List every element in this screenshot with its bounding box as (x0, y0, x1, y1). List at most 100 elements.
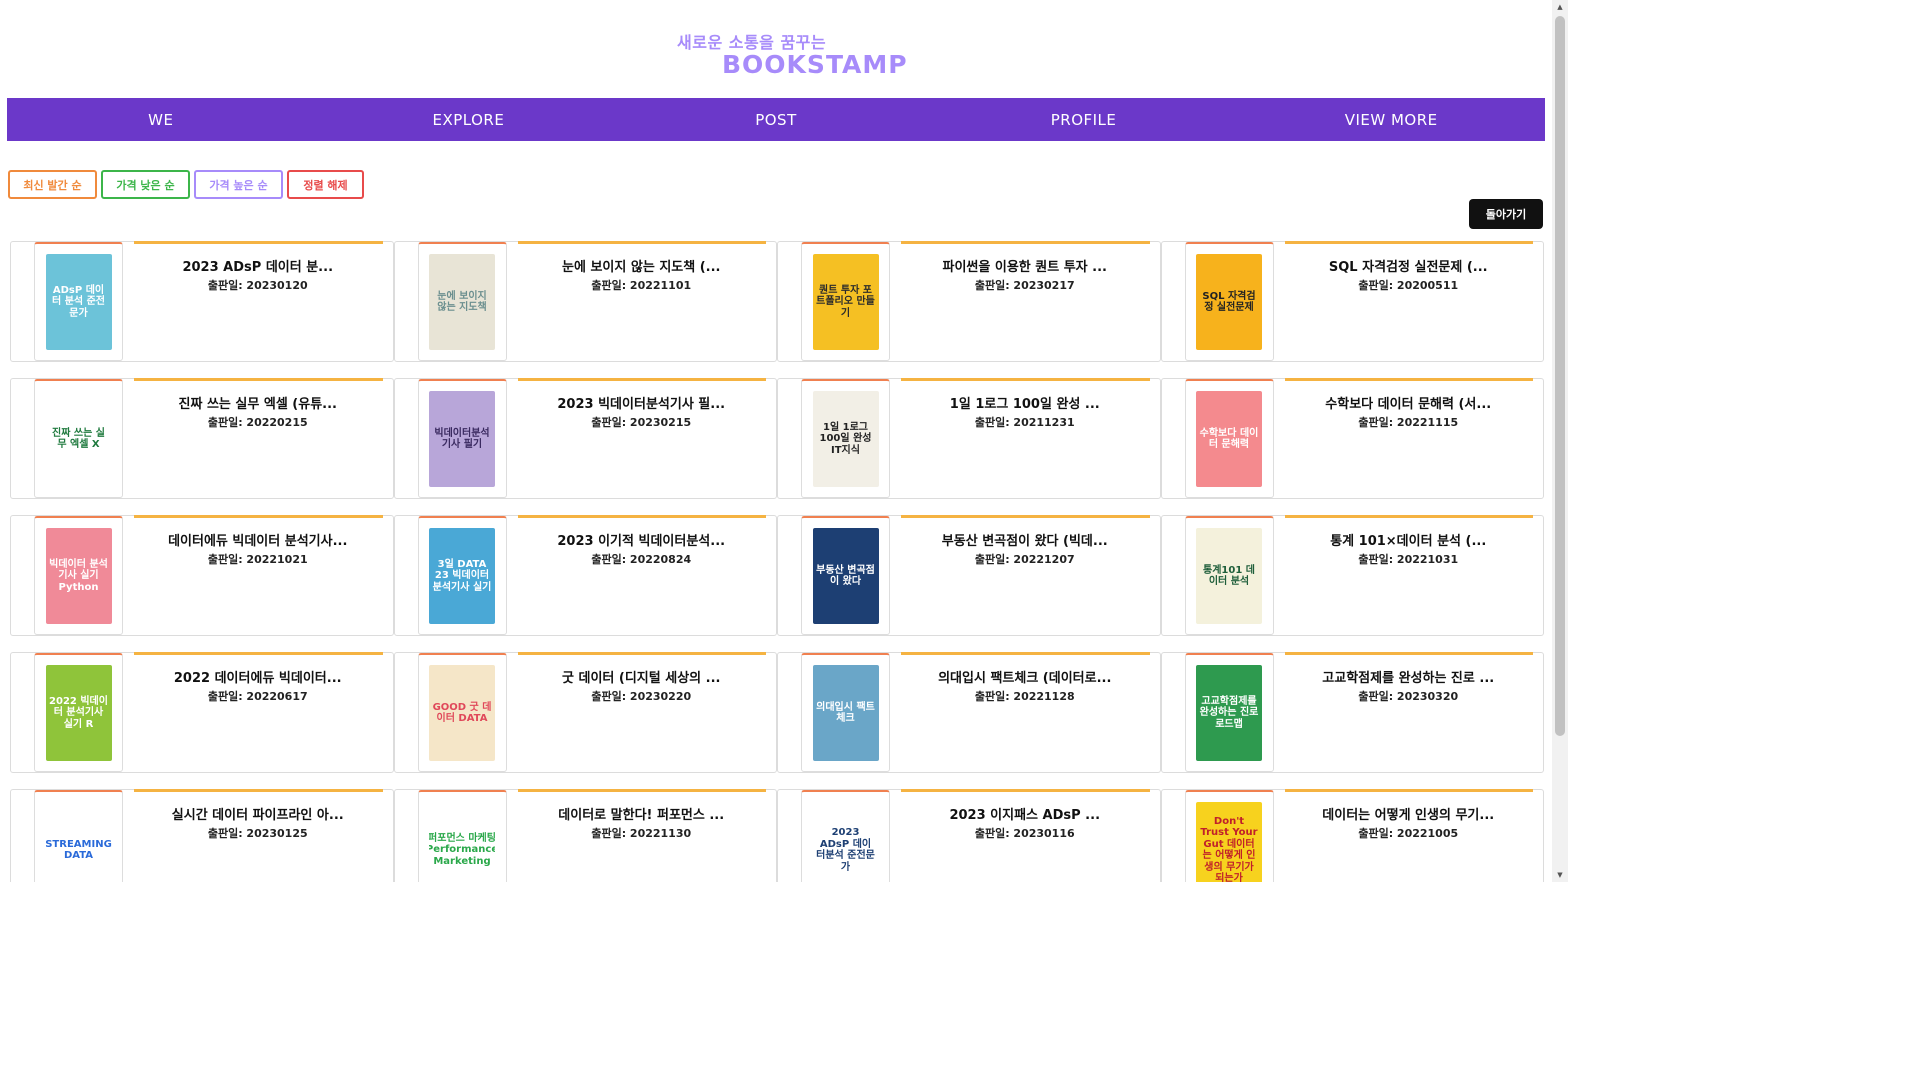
book-cover-frame[interactable]: 2023 ADsP 데이터분석 준전문가 (801, 790, 890, 882)
book-card[interactable]: SQL 자격검정 실전문제 SQL 자격검정 실전문제 (... 출판일: 2020… (1160, 241, 1544, 362)
scroll-thumb[interactable] (1555, 16, 1565, 736)
book-cover-frame[interactable]: 빅데이터 분석기사 실기 Python (34, 516, 123, 635)
sort-reset-button[interactable]: 정렬 해제 (287, 170, 364, 199)
book-cover-image: 2023 ADsP 데이터분석 준전문가 (812, 802, 879, 882)
scroll-up-arrow-icon[interactable]: ▲ (1552, 0, 1568, 14)
book-card[interactable]: Don't Trust Your Gut 데이터는 어떻게 인생의 무기가 되는… (1160, 789, 1544, 882)
book-title[interactable]: 데이터로 말한다! 퍼포먼스 ... (507, 804, 777, 823)
book-info: 데이터에듀 빅데이터 분석기사... 출판일: 20221021 (123, 530, 393, 567)
book-title[interactable]: 데이터는 어떻게 인생의 무기... (1274, 804, 1544, 823)
card-accent-line (517, 241, 766, 244)
sort-bar: 최신 발간 순 가격 낮은 순 가격 높은 순 정렬 해제 (8, 170, 364, 199)
book-publish-date: 출판일: 20220215 (207, 416, 308, 429)
site-logo[interactable]: BOOKSTAMP (722, 50, 908, 79)
book-card[interactable]: 3일 DATA 23 빅데이터 분석기사 실기 2023 이기적 빅데이터분석..… (393, 515, 777, 636)
book-publish-date: 출판일: 20221128 (974, 690, 1075, 703)
book-cover-frame[interactable]: 고교학점제를 완성하는 진로 로드맵 (1184, 653, 1274, 772)
card-accent-line (517, 515, 766, 518)
book-cover-frame[interactable]: 2022 빅데이터 분석기사 실기 R (34, 653, 123, 772)
book-publish-date: 출판일: 20221101 (591, 279, 692, 292)
book-card[interactable]: 부동산 변곡점이 왔다 부동산 변곡점이 왔다 (빅데... 출판일: 202212… (777, 515, 1161, 636)
book-title[interactable]: 수학보다 데이터 문해력 (서... (1274, 393, 1544, 412)
nav-item-explore[interactable]: EXPLORE (315, 98, 623, 141)
book-card[interactable]: 퀀트 투자 포트폴리오 만들기 파이썬을 이용한 퀀트 투자 ... 출판일: 20… (777, 241, 1161, 362)
book-title[interactable]: 고교학점제를 완성하는 진로 ... (1274, 667, 1544, 686)
site-header: 새로운 소통을 꿈꾸는 BOOKSTAMP (0, 0, 1552, 98)
nav-item-post[interactable]: POST (622, 98, 930, 141)
book-title[interactable]: 진짜 쓰는 실무 엑셀 (유튜... (123, 393, 393, 412)
book-info: 2023 이기적 빅데이터분석... 출판일: 20220824 (507, 530, 777, 567)
book-cover-image: 눈에 보이지 않는 지도책 (429, 254, 495, 350)
book-title[interactable]: 2022 데이터에듀 빅데이터... (123, 667, 393, 686)
book-publish-date: 출판일: 20221130 (591, 827, 692, 840)
book-card[interactable]: 통계101 데이터 분석 통계 101×데이터 분석 (... 출판일: 20221… (1160, 515, 1544, 636)
book-cover-frame[interactable]: 퀀트 투자 포트폴리오 만들기 (801, 242, 890, 361)
book-info: 고교학점제를 완성하는 진로 ... 출판일: 20230320 (1274, 667, 1544, 704)
book-title[interactable]: 파이썬을 이용한 퀀트 투자 ... (890, 256, 1160, 275)
book-card[interactable]: 의대입시 팩트체크 의대입시 팩트체크 (데이터로... 출판일: 20221128 (777, 652, 1161, 773)
back-button[interactable]: 돌아가기 (1469, 199, 1543, 229)
book-cover-frame[interactable]: Don't Trust Your Gut 데이터는 어떻게 인생의 무기가 되는… (1184, 790, 1274, 882)
book-card[interactable]: ADsP 데이터 분석 준전문가 2023 ADsP 데이터 분... 출판일: 2… (10, 241, 394, 362)
book-title[interactable]: 1일 1로그 100일 완성 ... (890, 393, 1160, 412)
nav-item-we[interactable]: WE (7, 98, 315, 141)
book-title[interactable]: 2023 이기적 빅데이터분석... (507, 530, 777, 549)
book-title[interactable]: 2023 ADsP 데이터 분... (123, 256, 393, 275)
book-card[interactable]: 빅데이터분석기사 필기 2023 빅데이터분석기사 필... 출판일: 202302… (393, 378, 777, 499)
book-cover-frame[interactable]: GOOD 굿 데이터 DATA (417, 653, 507, 772)
book-cover-frame[interactable]: 3일 DATA 23 빅데이터 분석기사 실기 (417, 516, 507, 635)
book-card[interactable]: 수학보다 데이터 문해력 수학보다 데이터 문해력 (서... 출판일: 20221… (1160, 378, 1544, 499)
sort-price-high-button[interactable]: 가격 높은 순 (194, 170, 283, 199)
card-accent-line (1284, 652, 1533, 655)
card-accent-line (134, 378, 383, 381)
book-title[interactable]: 실시간 데이터 파이프라인 아... (123, 804, 393, 823)
book-cover-image: Don't Trust Your Gut 데이터는 어떻게 인생의 무기가 되는… (1196, 802, 1262, 882)
book-cover-image: SQL 자격검정 실전문제 (1196, 254, 1262, 350)
book-card[interactable]: 눈에 보이지 않는 지도책 눈에 보이지 않는 지도책 (... 출판일: 2022… (393, 241, 777, 362)
book-title[interactable]: 부동산 변곡점이 왔다 (빅데... (890, 530, 1160, 549)
book-cover-frame[interactable]: 눈에 보이지 않는 지도책 (417, 242, 507, 361)
book-cover-frame[interactable]: 퍼포먼스 마케팅 Performance Marketing (417, 790, 507, 882)
book-cover-frame[interactable]: SQL 자격검정 실전문제 (1184, 242, 1274, 361)
book-cover-frame[interactable]: 의대입시 팩트체크 (801, 653, 890, 772)
book-title[interactable]: 눈에 보이지 않는 지도책 (... (507, 256, 777, 275)
main-nav: WE EXPLORE POST PROFILE VIEW MORE (7, 98, 1545, 141)
book-cover-frame[interactable]: 부동산 변곡점이 왔다 (801, 516, 890, 635)
book-title[interactable]: SQL 자격검정 실전문제 (... (1274, 256, 1544, 275)
nav-item-profile[interactable]: PROFILE (930, 98, 1238, 141)
book-cover-frame[interactable]: 빅데이터분석기사 필기 (417, 379, 507, 498)
book-cover-frame[interactable]: 진짜 쓰는 실무 엑셀 X (34, 379, 123, 498)
page-scrollbar[interactable]: ▲ ▼ (1552, 0, 1568, 882)
book-cover-image: STREAMING DATA (45, 802, 112, 882)
book-card[interactable]: 빅데이터 분석기사 실기 Python 데이터에듀 빅데이터 분석기사... 출판일… (10, 515, 394, 636)
book-cover-frame[interactable]: 1일 1로그 100일 완성 IT지식 (801, 379, 890, 498)
book-card[interactable]: 퍼포먼스 마케팅 Performance Marketing 데이터로 말한다! … (393, 789, 777, 882)
book-title[interactable]: 데이터에듀 빅데이터 분석기사... (123, 530, 393, 549)
book-card[interactable]: STREAMING DATA 실시간 데이터 파이프라인 아... 출판일: 202… (10, 789, 394, 882)
book-cover-frame[interactable]: 통계101 데이터 분석 (1184, 516, 1274, 635)
book-cover-image: 빅데이터 분석기사 실기 Python (45, 528, 112, 624)
scroll-down-arrow-icon[interactable]: ▼ (1552, 868, 1568, 882)
book-title[interactable]: 의대입시 팩트체크 (데이터로... (890, 667, 1160, 686)
book-title[interactable]: 2023 빅데이터분석기사 필... (507, 393, 777, 412)
sort-newest-button[interactable]: 최신 발간 순 (8, 170, 97, 199)
book-card[interactable]: 진짜 쓰는 실무 엑셀 X 진짜 쓰는 실무 엑셀 (유튜... 출판일: 2022… (10, 378, 394, 499)
book-cover-image: 고교학점제를 완성하는 진로 로드맵 (1196, 665, 1262, 761)
book-cover-frame[interactable]: STREAMING DATA (34, 790, 123, 882)
book-card[interactable]: 2022 빅데이터 분석기사 실기 R 2022 데이터에듀 빅데이터... 출판일… (10, 652, 394, 773)
sort-price-low-button[interactable]: 가격 낮은 순 (101, 170, 190, 199)
book-card[interactable]: GOOD 굿 데이터 DATA 굿 데이터 (디지털 세상의 ... 출판일: 20… (393, 652, 777, 773)
nav-item-view-more[interactable]: VIEW MORE (1237, 98, 1545, 141)
book-title[interactable]: 2023 이지패스 ADsP ... (890, 804, 1160, 823)
book-title[interactable]: 통계 101×데이터 분석 (... (1274, 530, 1544, 549)
book-card[interactable]: 고교학점제를 완성하는 진로 로드맵 고교학점제를 완성하는 진로 ... 출판일:… (1160, 652, 1544, 773)
book-card[interactable]: 2023 ADsP 데이터분석 준전문가 2023 이지패스 ADsP ... 출판… (777, 789, 1161, 882)
book-info: 데이터로 말한다! 퍼포먼스 ... 출판일: 20221130 (507, 804, 777, 841)
book-title[interactable]: 굿 데이터 (디지털 세상의 ... (507, 667, 777, 686)
book-card[interactable]: 1일 1로그 100일 완성 IT지식 1일 1로그 100일 완성 ... 출판일… (777, 378, 1161, 499)
book-publish-date: 출판일: 20230120 (207, 279, 308, 292)
book-info: 2023 ADsP 데이터 분... 출판일: 20230120 (123, 256, 393, 293)
book-cover-frame[interactable]: 수학보다 데이터 문해력 (1184, 379, 1274, 498)
book-cover-frame[interactable]: ADsP 데이터 분석 준전문가 (34, 242, 123, 361)
page: 새로운 소통을 꿈꾸는 BOOKSTAMP WE EXPLORE POST PR… (0, 0, 1552, 882)
